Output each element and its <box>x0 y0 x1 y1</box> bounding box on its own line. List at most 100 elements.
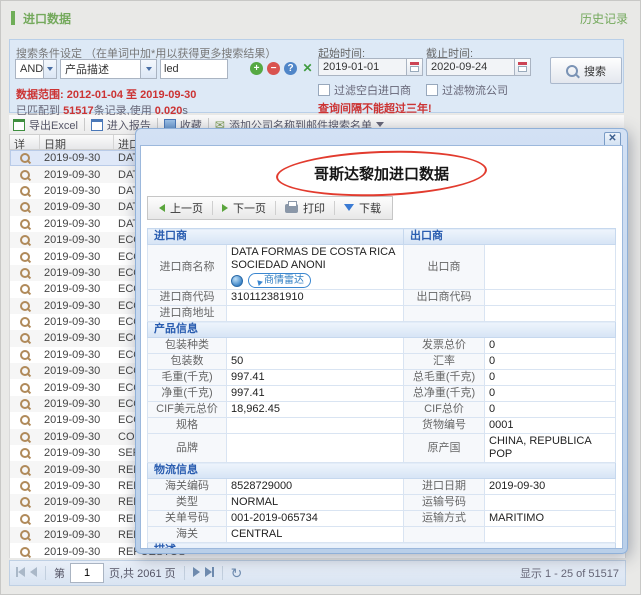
report-icon <box>91 119 103 131</box>
print-button[interactable]: 打印 <box>276 197 334 219</box>
pagination-separator <box>184 566 185 580</box>
field-value <box>485 527 616 543</box>
field-value: 997.41 <box>227 386 404 402</box>
start-date-input[interactable] <box>318 58 406 76</box>
section-header: 描述 <box>148 543 616 550</box>
field-label: 毛重(千克) <box>148 370 227 386</box>
field-label: 规格 <box>148 418 227 434</box>
field-label: 货物编号 <box>404 418 485 434</box>
field-value <box>227 418 404 434</box>
row-detail-magnifier-icon[interactable] <box>20 186 30 196</box>
row-detail-magnifier-icon[interactable] <box>20 432 30 442</box>
field-label: 运输号码 <box>404 495 485 511</box>
radar-badge[interactable]: 商情雷达 <box>248 273 311 288</box>
row-date: 2019-09-30 <box>40 546 114 558</box>
field-label: 进口商代码 <box>148 290 227 306</box>
remove-condition-icon[interactable]: − <box>267 62 280 75</box>
row-detail-magnifier-icon[interactable] <box>20 170 30 180</box>
refresh-icon[interactable]: ↻ <box>231 566 243 580</box>
export-excel-button[interactable]: 导出Excel <box>13 117 78 133</box>
field-value: 0 <box>485 386 616 402</box>
field-label: 净重(千克) <box>148 386 227 402</box>
prev-record-button[interactable]: 上一页 <box>150 197 212 219</box>
modal-toolbar: 上一页 下一页 打印 下载 <box>147 196 393 220</box>
keyword-input[interactable] <box>160 59 228 79</box>
field-value: DATA FORMAS DE COSTA RICA SOCIEDAD ANONI… <box>227 245 404 290</box>
field-label: 原产国 <box>404 434 485 463</box>
arrow-left-icon <box>159 204 165 212</box>
row-date: 2019-09-30 <box>40 234 114 246</box>
row-detail-magnifier-icon[interactable] <box>20 202 30 212</box>
search-field-select[interactable]: 产品描述 <box>60 59 157 79</box>
row-detail-magnifier-icon[interactable] <box>20 252 30 262</box>
field-label: CIF总价 <box>404 402 485 418</box>
field-label <box>404 527 485 543</box>
row-date: 2019-09-30 <box>40 251 114 263</box>
app-window: 进口数据 历史记录 搜索条件设定 （在单词中加*用以获得更多搜索结果） AND … <box>0 0 641 595</box>
field-label: 海关 <box>148 527 227 543</box>
filter-logistics-checkbox[interactable]: 过滤物流公司 <box>426 82 508 98</box>
row-detail-magnifier-icon[interactable] <box>20 547 30 557</box>
download-button[interactable]: 下载 <box>335 197 390 219</box>
field-value: 0 <box>485 402 616 418</box>
pagination-bar: 第 页,共 2061 页 ↻ 显示 1 - 25 of 51517 <box>9 560 626 586</box>
bool-operator-select[interactable]: AND <box>15 59 57 79</box>
row-date: 2019-09-30 <box>40 382 114 394</box>
column-header-detail[interactable]: 详细 <box>10 135 40 149</box>
section-header-importer: 进口商 <box>148 229 404 245</box>
row-detail-magnifier-icon[interactable] <box>20 301 30 311</box>
row-date: 2019-09-30 <box>40 267 114 279</box>
filter-blank-importer-checkbox[interactable]: 过滤空白进口商 <box>318 82 411 98</box>
row-detail-magnifier-icon[interactable] <box>20 333 30 343</box>
row-detail-magnifier-icon[interactable] <box>20 465 30 475</box>
last-page-icon[interactable] <box>205 567 214 580</box>
add-condition-icon[interactable]: + <box>250 62 263 75</box>
row-detail-magnifier-icon[interactable] <box>20 235 30 245</box>
row-detail-magnifier-icon[interactable] <box>20 514 30 524</box>
clear-icon[interactable]: ✕ <box>301 62 314 75</box>
field-label: 类型 <box>148 495 227 511</box>
checkbox-icon[interactable] <box>318 84 330 96</box>
row-detail-magnifier-icon[interactable] <box>20 219 30 229</box>
field-label: 出口商 <box>404 245 485 290</box>
row-date: 2019-09-30 <box>40 447 114 459</box>
first-page-icon[interactable] <box>16 567 25 580</box>
row-detail-magnifier-icon[interactable] <box>20 383 30 393</box>
calendar-icon[interactable] <box>514 58 531 76</box>
row-detail-magnifier-icon[interactable] <box>20 448 30 458</box>
row-detail-magnifier-icon[interactable] <box>20 317 30 327</box>
row-detail-magnifier-icon[interactable] <box>20 530 30 540</box>
history-link[interactable]: 历史记录 <box>580 10 628 27</box>
field-value <box>227 338 404 354</box>
filter-blank-importer-label: 过滤空白进口商 <box>334 82 411 98</box>
field-value: 8528729000 <box>227 479 404 495</box>
prev-page-icon[interactable] <box>30 567 37 580</box>
row-detail-magnifier-icon[interactable] <box>20 415 30 425</box>
row-detail-magnifier-icon[interactable] <box>20 399 30 409</box>
checkbox-icon[interactable] <box>426 84 438 96</box>
print-label: 打印 <box>303 200 325 216</box>
calendar-icon[interactable] <box>406 58 423 76</box>
globe-icon[interactable] <box>231 275 243 287</box>
field-label: 发票总价 <box>404 338 485 354</box>
page-number-input[interactable] <box>70 563 104 583</box>
row-detail-magnifier-icon[interactable] <box>20 268 30 278</box>
row-detail-magnifier-icon[interactable] <box>20 481 30 491</box>
row-detail-magnifier-icon[interactable] <box>20 366 30 376</box>
next-record-label: 下一页 <box>233 200 266 216</box>
row-detail-magnifier-icon[interactable] <box>20 284 30 294</box>
row-detail-magnifier-icon[interactable] <box>20 497 30 507</box>
row-date: 2019-09-30 <box>40 398 114 410</box>
next-record-button[interactable]: 下一页 <box>213 197 275 219</box>
search-button[interactable]: 搜索 <box>550 57 622 84</box>
row-date: 2019-09-30 <box>40 283 114 295</box>
next-page-icon[interactable] <box>193 567 200 580</box>
help-icon[interactable]: ? <box>284 62 297 75</box>
row-detail-magnifier-icon[interactable] <box>20 153 30 163</box>
field-value <box>485 306 616 322</box>
column-header-date[interactable]: 日期 <box>40 135 114 149</box>
end-date-input[interactable] <box>426 58 514 76</box>
field-value <box>485 290 616 306</box>
row-detail-magnifier-icon[interactable] <box>20 350 30 360</box>
field-value: 310112381910 <box>227 290 404 306</box>
